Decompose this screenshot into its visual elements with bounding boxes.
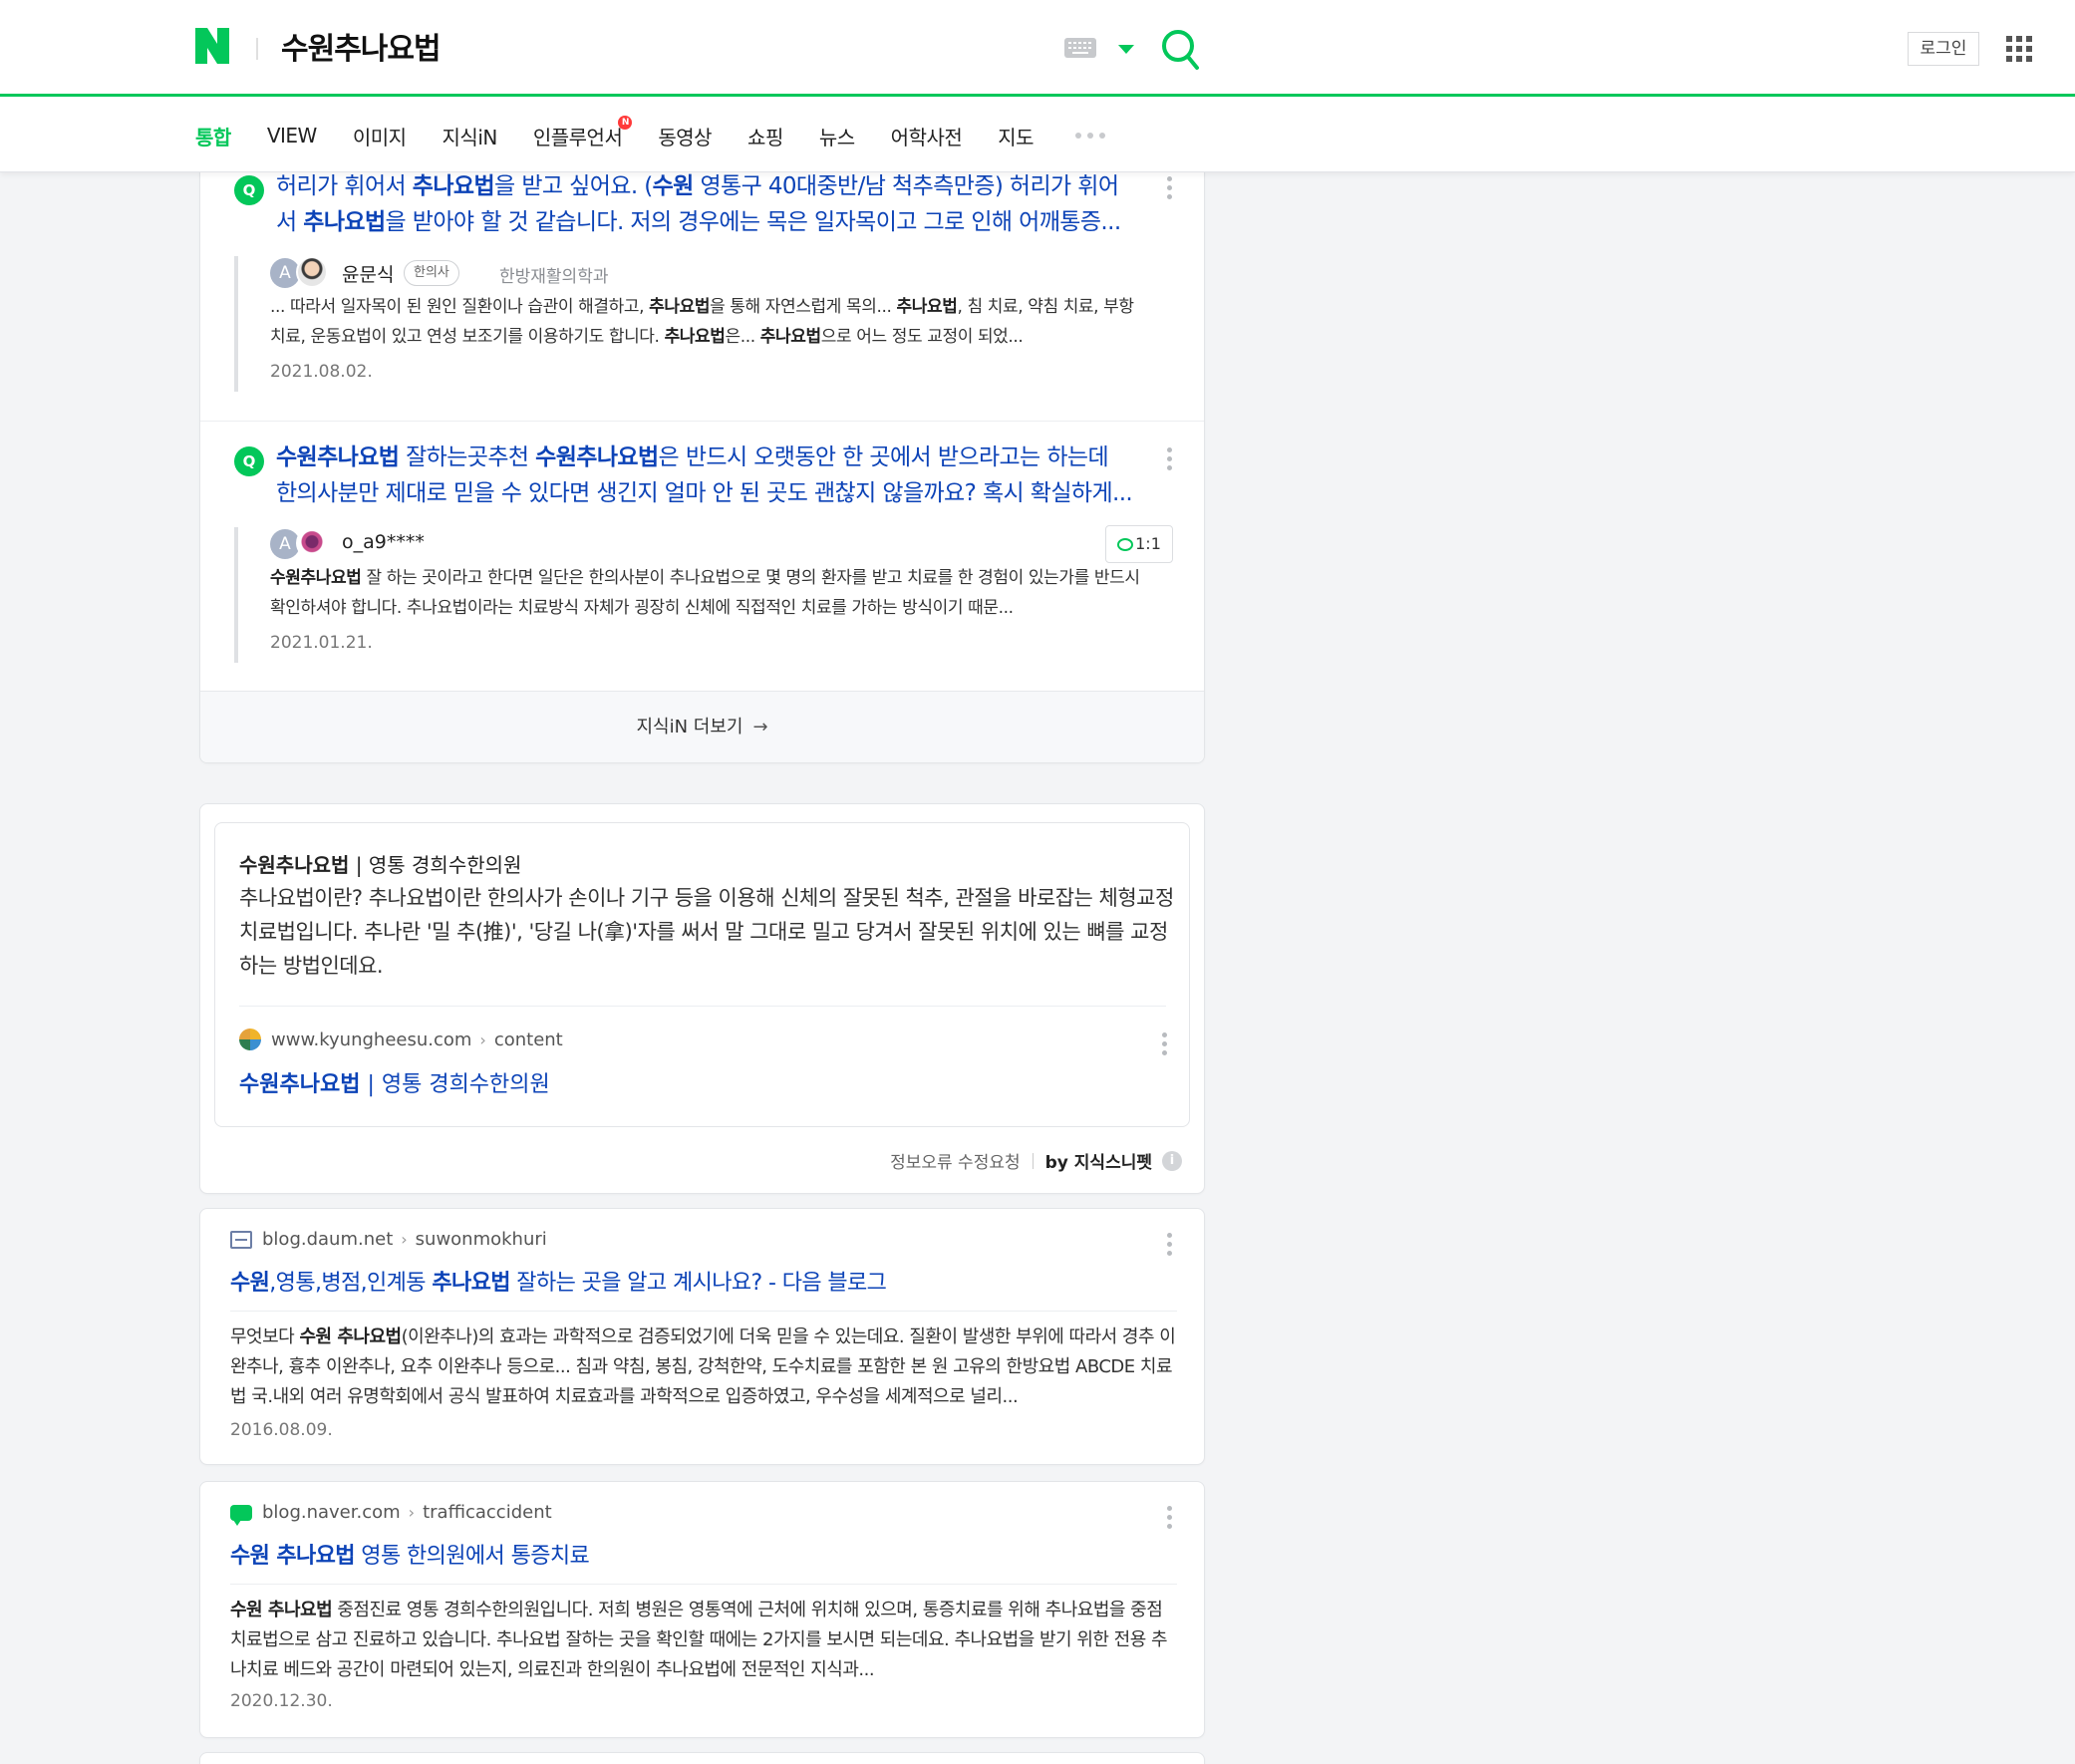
snippet-body: 추나요법이란? 추나요법이란 한의사가 손이나 기구 등을 이용해 신체의 잘못… bbox=[239, 886, 1174, 978]
tab-map[interactable]: 지도 bbox=[998, 122, 1034, 150]
kin-item: Q 수원추나요법 잘하는곳추천 수원추나요법은 반드시 오랫동안 한 곳에서 받… bbox=[200, 432, 1204, 681]
snippet-title: 수원추나요법 | 영통 경희수한의원 bbox=[239, 853, 522, 877]
more-options-icon[interactable] bbox=[1167, 1506, 1173, 1529]
result-title[interactable]: 수원,영통,병점,인계동 추나요법 잘하는 곳을 알고 계시나요? - 다음 블… bbox=[230, 1265, 887, 1297]
knowledge-snippet: 수원추나요법 | 영통 경희수한의원 추나요법이란? 추나요법이란 한의사가 손… bbox=[199, 803, 1205, 1194]
web-result bbox=[199, 1752, 1205, 1764]
result-description: 수원 추나요법 중점진료 영통 경희수한의원입니다. 저희 병원은 영통역에 근… bbox=[230, 1600, 1168, 1680]
search-header: 수원추나요법 로그인 통합 VIEW 이미지 지식iN 인플루언서 N 동영상 쇼… bbox=[0, 0, 2075, 172]
answerer-name[interactable]: 윤문식 bbox=[342, 260, 394, 287]
more-options-icon[interactable] bbox=[1167, 447, 1173, 470]
divider bbox=[200, 421, 1204, 422]
search-tabs: 통합 VIEW 이미지 지식iN 인플루언서 N 동영상 쇼핑 뉴스 어학사전 지… bbox=[195, 100, 1106, 171]
avatar-photo bbox=[296, 527, 328, 559]
keyboard-icon[interactable] bbox=[1064, 38, 1096, 58]
kin-item: Q 허리가 휘어서 추나요법을 받고 싶어요. (수원 영통구 40대중반/남 … bbox=[200, 160, 1204, 410]
snippet-link[interactable]: 수원추나요법 | 영통 경희수한의원 bbox=[239, 1066, 550, 1098]
chevron-right-icon: › bbox=[408, 1503, 416, 1522]
tab-dictionary[interactable]: 어학사전 bbox=[891, 122, 963, 150]
answer-date: 2021.01.21. bbox=[270, 633, 373, 653]
question-icon: Q bbox=[234, 446, 264, 476]
search-query[interactable]: 수원추나요법 bbox=[281, 24, 442, 68]
info-icon[interactable]: i bbox=[1162, 1150, 1182, 1171]
divider bbox=[230, 1311, 1177, 1312]
chevron-right-icon: › bbox=[479, 1029, 486, 1049]
result-date: 2020.12.30. bbox=[230, 1691, 333, 1711]
snippet-source-label: by 지식스니펫 bbox=[1044, 1153, 1152, 1173]
more-tabs-icon[interactable] bbox=[1075, 133, 1106, 139]
more-options-icon[interactable] bbox=[1167, 176, 1173, 199]
tab-kin[interactable]: 지식iN bbox=[443, 122, 498, 150]
answer-block: A o_a9**** 1:1 수원추나요법 잘 하는 곳이라고 한다면 일단은 … bbox=[234, 525, 1173, 663]
tab-image[interactable]: 이미지 bbox=[353, 122, 407, 150]
question-title[interactable]: 허리가 휘어서 추나요법을 받고 싶어요. (수원 영통구 40대중반/남 척추… bbox=[276, 168, 1133, 240]
divider bbox=[239, 1006, 1166, 1007]
chat-button[interactable]: 1:1 bbox=[1105, 525, 1173, 563]
site-favicon-icon bbox=[239, 1029, 261, 1050]
apps-grid-icon[interactable] bbox=[2006, 36, 2032, 62]
kin-section: Q 허리가 휘어서 추나요법을 받고 싶어요. (수원 영통구 40대중반/남 … bbox=[199, 120, 1205, 763]
login-button[interactable]: 로그인 bbox=[1908, 32, 1979, 66]
divider bbox=[230, 1584, 1177, 1585]
kin-more-button[interactable]: 지식iN 더보기 → bbox=[200, 691, 1204, 762]
naver-logo-icon[interactable] bbox=[195, 28, 229, 64]
new-badge: N bbox=[618, 115, 633, 130]
web-result: blog.daum.net › suwonmokhuri 수원,영통,병점,인계동 … bbox=[199, 1208, 1205, 1465]
top-bar: 수원추나요법 로그인 bbox=[0, 0, 2075, 97]
chevron-right-icon: › bbox=[401, 1230, 408, 1249]
snippet-footer: 정보오류 수정요청 by 지식스니펫 i bbox=[890, 1148, 1182, 1173]
tab-news[interactable]: 뉴스 bbox=[819, 122, 855, 150]
result-description: 무엇보다 수원 추나요법(이완추나)의 효과는 과학적으로 검증되었기에 더욱 … bbox=[230, 1326, 1176, 1407]
question-icon: Q bbox=[234, 175, 264, 205]
daum-favicon-icon bbox=[230, 1230, 252, 1249]
tab-shopping[interactable]: 쇼핑 bbox=[747, 122, 783, 150]
answer-block: A 윤문식 한의사 한방재활의학과 ... 따라서 일자목이 된 원인 질환이나… bbox=[234, 256, 1171, 392]
role-badge: 한의사 bbox=[404, 260, 459, 286]
report-error-link[interactable]: 정보오류 수정요청 bbox=[890, 1148, 1021, 1173]
more-options-icon[interactable] bbox=[1162, 1032, 1168, 1055]
answer-text: 수원추나요법 잘 하는 곳이라고 한다면 일단은 한의사분이 추나요법으로 몇 … bbox=[270, 568, 1140, 618]
blog-favicon-icon bbox=[230, 1504, 252, 1526]
answerer-dept: 한방재활의학과 bbox=[499, 267, 609, 287]
tab-video[interactable]: 동영상 bbox=[658, 122, 712, 150]
more-options-icon[interactable] bbox=[1167, 1233, 1173, 1256]
snippet-box: 수원추나요법 | 영통 경희수한의원 추나요법이란? 추나요법이란 한의사가 손… bbox=[214, 822, 1190, 1127]
snippet-source[interactable]: www.kyungheesu.com › content bbox=[239, 1029, 563, 1050]
answerer-name[interactable]: o_a9**** bbox=[342, 531, 425, 553]
tab-view[interactable]: VIEW bbox=[267, 124, 318, 147]
search-icon[interactable] bbox=[1160, 28, 1200, 72]
arrow-right-icon: → bbox=[752, 717, 768, 737]
avatar-photo bbox=[296, 256, 328, 288]
answer-text: ... 따라서 일자목이 된 원인 질환이나 습관이 해결하고, 추나요법을 통… bbox=[270, 297, 1134, 347]
web-result: blog.naver.com › trafficaccident 수원 추나요법 영… bbox=[199, 1481, 1205, 1738]
result-source[interactable]: blog.naver.com › trafficaccident bbox=[230, 1502, 552, 1526]
chat-icon bbox=[1117, 538, 1134, 551]
tab-influencer[interactable]: 인플루언서 N bbox=[533, 115, 633, 150]
divider bbox=[1032, 1152, 1034, 1169]
answer-date: 2021.08.02. bbox=[270, 362, 373, 382]
result-date: 2016.08.09. bbox=[230, 1420, 333, 1440]
tab-integrated[interactable]: 통합 bbox=[195, 122, 231, 150]
chevron-down-icon[interactable] bbox=[1118, 45, 1134, 54]
question-title[interactable]: 수원추나요법 잘하는곳추천 수원추나요법은 반드시 오랫동안 한 곳에서 받으라… bbox=[276, 440, 1133, 511]
result-title[interactable]: 수원 추나요법 영통 한의원에서 통증치료 bbox=[230, 1538, 590, 1570]
result-source[interactable]: blog.daum.net › suwonmokhuri bbox=[230, 1229, 547, 1250]
header-divider bbox=[256, 38, 258, 60]
